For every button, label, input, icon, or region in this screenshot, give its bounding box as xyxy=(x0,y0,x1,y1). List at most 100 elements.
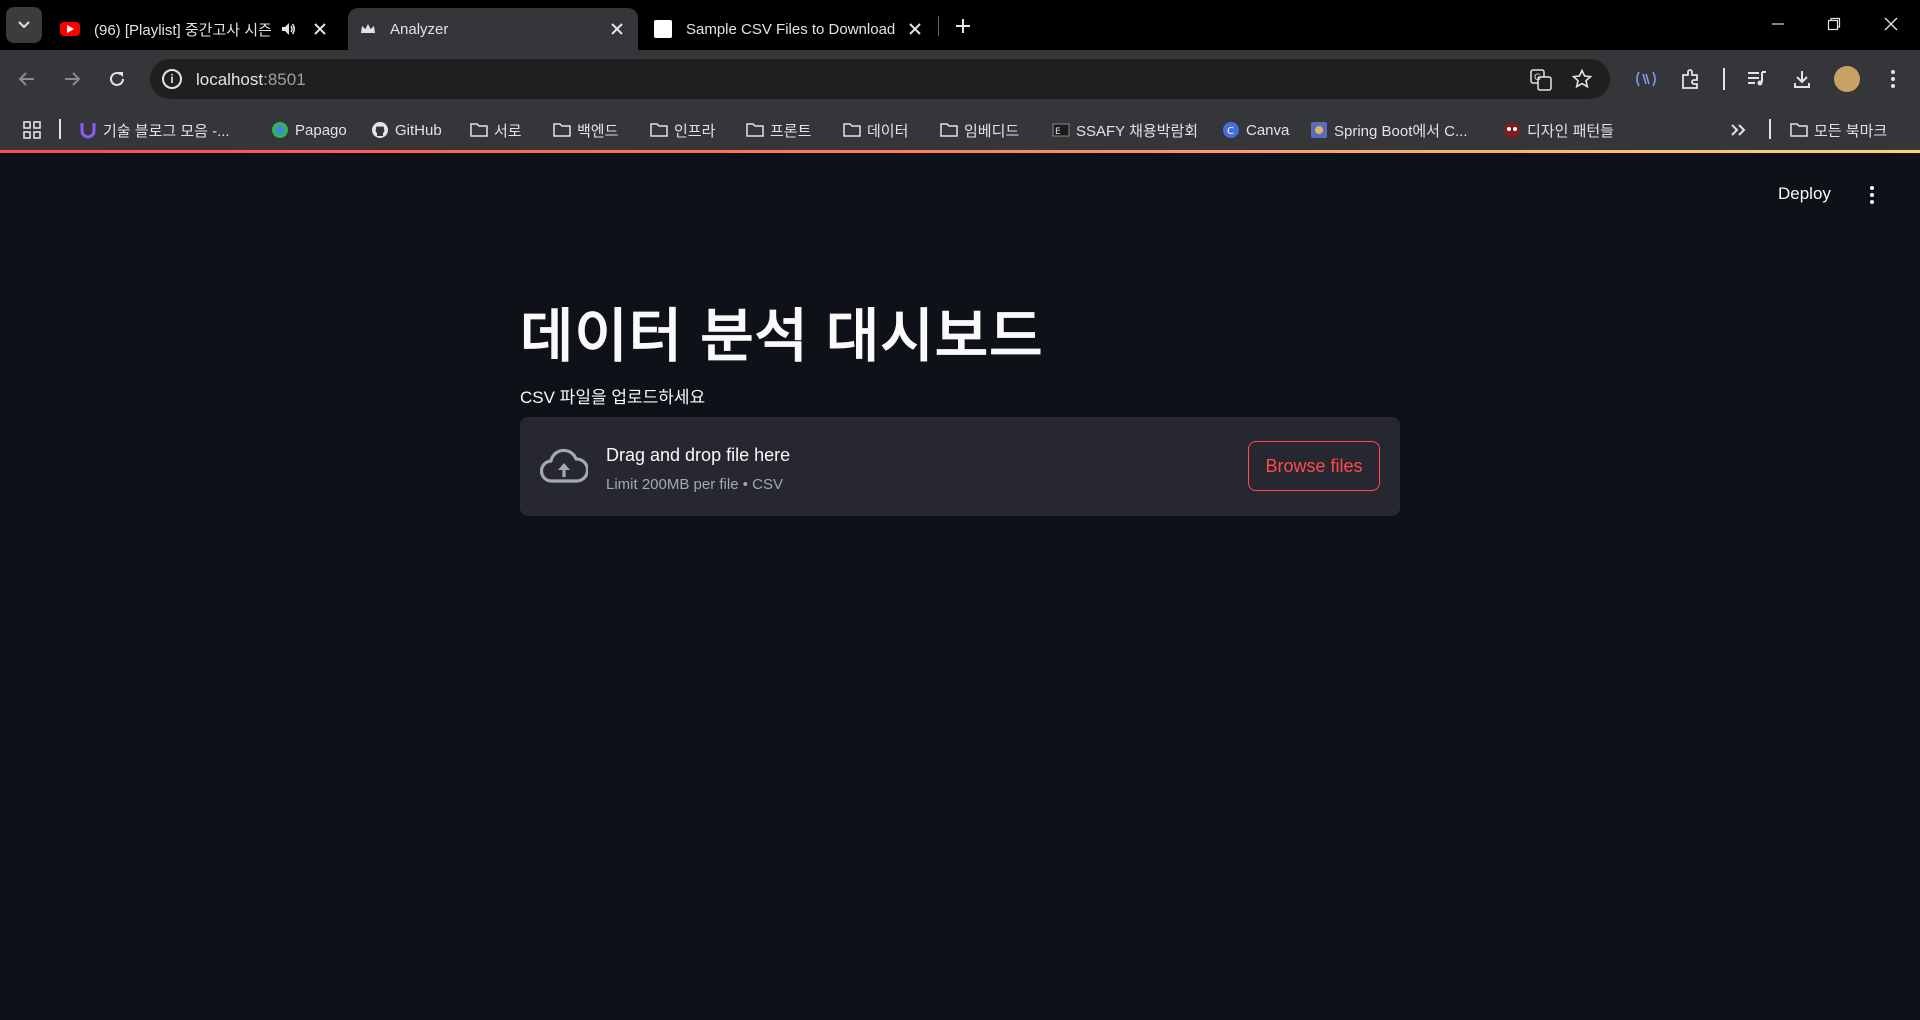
minimize-icon xyxy=(1772,23,1784,25)
page-title: 데이터 분석 대시보드 xyxy=(520,304,1044,369)
extensions-button[interactable] xyxy=(1678,66,1704,92)
bookmark-canva[interactable]: C Canva xyxy=(1222,119,1289,141)
tab-analyzer[interactable]: Analyzer xyxy=(348,8,638,50)
bookmark-folder-backend[interactable]: 백엔드 xyxy=(553,119,618,141)
browse-files-button[interactable]: Browse files xyxy=(1248,441,1380,491)
bookmark-label: GitHub xyxy=(395,121,442,139)
bookmark-folder-embedded[interactable]: 임베디드 xyxy=(940,119,1019,141)
bookmark-design-patterns[interactable]: 디자인 패턴들 xyxy=(1503,119,1614,141)
bookmark-github[interactable]: GitHub xyxy=(371,119,442,141)
folder-icon xyxy=(843,121,861,139)
double-chevron-right-icon xyxy=(1731,124,1746,136)
close-icon xyxy=(1884,17,1898,31)
browser-toolbar: i localhost:8501 G xyxy=(0,50,1920,108)
new-tab-button[interactable] xyxy=(950,13,976,39)
u-logo-icon xyxy=(79,121,97,139)
tab-search-button[interactable] xyxy=(6,7,42,43)
back-button[interactable] xyxy=(14,66,40,92)
bookmark-label: 프론트 xyxy=(770,122,812,140)
youtube-icon xyxy=(60,22,80,36)
tab-title: Sample CSV Files to Download xyxy=(686,20,896,38)
bookmark-label: 데이터 xyxy=(867,122,909,140)
bookmarks-bar: 기술 블로그 모음 -... Papago GitHub 서로 백엔드 인프라 … xyxy=(0,108,1920,150)
url-port: :8501 xyxy=(263,70,306,89)
bookmark-label: 서로 xyxy=(494,122,522,140)
bookmark-folder-infra[interactable]: 인프라 xyxy=(650,119,715,141)
translate-icon[interactable]: G xyxy=(1530,69,1552,96)
bookmark-folder-seoro[interactable]: 서로 xyxy=(470,119,522,141)
speaker-icon[interactable] xyxy=(280,21,296,41)
avatar-icon xyxy=(1834,66,1860,92)
more-bookmarks-button[interactable] xyxy=(1730,119,1746,141)
download-icon xyxy=(1794,71,1810,88)
folder-icon xyxy=(746,121,764,139)
all-bookmarks-folder[interactable]: 모든 북마크 xyxy=(1790,119,1887,141)
app-main: Deploy 데이터 분석 대시보드 CSV 파일을 업로드하세요 Drag a… xyxy=(0,153,1920,1020)
bookmark-folder-data[interactable]: 데이터 xyxy=(843,119,908,141)
close-icon[interactable] xyxy=(908,22,922,36)
apps-grid-icon xyxy=(23,121,41,139)
arrow-right-icon xyxy=(65,72,81,86)
star-icon[interactable] xyxy=(1571,68,1593,94)
github-icon xyxy=(371,121,389,139)
forward-button[interactable] xyxy=(59,66,85,92)
downloads-button[interactable] xyxy=(1789,66,1815,92)
chevron-down-icon xyxy=(18,21,30,29)
pattern-icon xyxy=(1503,121,1521,139)
kebab-menu-icon xyxy=(1891,70,1895,88)
tab-separator xyxy=(938,16,939,36)
bookmark-folder-front[interactable]: 프론트 xyxy=(746,119,811,141)
canva-icon: C xyxy=(1222,121,1240,139)
plus-icon xyxy=(956,19,970,33)
bookmark-spring-boot[interactable]: Spring Boot에서 C... xyxy=(1310,119,1468,141)
deploy-button[interactable]: Deploy xyxy=(1778,184,1831,204)
folder-icon xyxy=(940,121,958,139)
url-host: localhost xyxy=(196,70,264,89)
minimize-button[interactable] xyxy=(1766,12,1790,36)
bookmark-label: 디자인 패턴들 xyxy=(1527,122,1614,140)
restore-icon xyxy=(1827,17,1841,31)
svg-text:C: C xyxy=(1227,126,1234,137)
tab-youtube[interactable]: (96) [Playlist] 중간고사 시즌 xyxy=(52,8,342,50)
extension-broadcast-button[interactable] xyxy=(1633,66,1659,92)
folder-icon xyxy=(470,121,488,139)
site-info-icon[interactable]: i xyxy=(162,69,182,89)
bookmark-label: Papago xyxy=(295,121,347,139)
close-icon[interactable] xyxy=(610,22,624,36)
main-menu-button[interactable] xyxy=(1860,183,1884,207)
spring-icon xyxy=(1310,121,1328,139)
reload-icon xyxy=(110,71,124,86)
folder-icon xyxy=(553,121,571,139)
tab-sample-csv[interactable]: Sample CSV Files to Download xyxy=(646,8,936,50)
streamlit-crown-icon xyxy=(360,21,376,37)
arrow-left-icon xyxy=(18,72,34,86)
dropzone-instructions: Drag and drop file here xyxy=(606,445,791,465)
ssafy-icon: E xyxy=(1052,121,1070,139)
folder-icon xyxy=(1790,121,1808,139)
bookmark-ssafy[interactable]: E SSAFY 채용박람회 xyxy=(1052,119,1198,141)
file-uploader-label: CSV 파일을 업로드하세요 xyxy=(520,388,706,407)
tab-title: (96) [Playlist] 중간고사 시즌 xyxy=(94,21,272,39)
svg-text:G: G xyxy=(1534,73,1541,83)
close-window-button[interactable] xyxy=(1879,12,1903,36)
reload-button[interactable] xyxy=(104,66,130,92)
bookmark-tech-blog[interactable]: 기술 블로그 모음 -... xyxy=(79,119,230,141)
profile-avatar[interactable] xyxy=(1834,66,1860,92)
url-text[interactable]: localhost:8501 xyxy=(196,70,306,90)
restore-button[interactable] xyxy=(1822,12,1846,36)
queue-music-icon xyxy=(1748,71,1766,86)
page-icon xyxy=(654,20,672,38)
bookmark-papago[interactable]: Papago xyxy=(271,119,347,141)
svg-text:E: E xyxy=(1055,127,1061,137)
bookmark-label: 임베디드 xyxy=(964,122,1020,140)
bookmark-separator xyxy=(1769,119,1771,139)
browser-menu-button[interactable] xyxy=(1880,66,1906,92)
papago-icon xyxy=(271,121,289,139)
address-bar[interactable]: i localhost:8501 G xyxy=(150,59,1610,99)
file-dropzone[interactable]: Drag and drop file here Limit 200MB per … xyxy=(520,417,1400,516)
bookmark-label: 백엔드 xyxy=(577,122,619,140)
apps-button[interactable] xyxy=(22,119,42,141)
close-icon[interactable] xyxy=(313,22,327,36)
media-control-button[interactable] xyxy=(1744,66,1770,92)
broadcast-icon xyxy=(1636,71,1656,87)
